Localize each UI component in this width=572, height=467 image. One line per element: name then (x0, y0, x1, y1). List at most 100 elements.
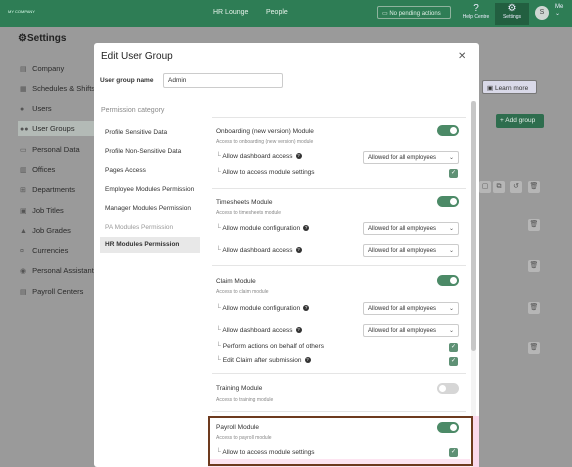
top-navigation-bar: MY COMPANY HR Lounge People ▭ No pending… (0, 0, 572, 27)
training-module-title: Training Module (216, 385, 263, 392)
page-title: ⚙Settings (18, 33, 67, 44)
help-icon[interactable]: ? (295, 153, 302, 159)
timesheets-module-desc: Access to timesheets module (216, 210, 282, 216)
building-icon: ▤ (20, 66, 27, 73)
sidebar-item-schedules[interactable]: ▦ Schedules & Shifts (20, 84, 95, 93)
assistant-icon: ◉ (20, 268, 27, 275)
id-card-icon: ▭ (20, 147, 27, 154)
payroll-icon: ▤ (20, 289, 27, 296)
timesheets-module-toggle[interactable] (437, 196, 459, 207)
onboarding-module-toggle[interactable] (437, 125, 459, 136)
divider (212, 411, 466, 412)
delete-icon[interactable]: 🗑 (528, 342, 540, 354)
chevron-down-icon: ⌄ (448, 306, 454, 312)
add-group-button[interactable]: + Add group (496, 114, 544, 128)
timesheets-dashboard-row: └ Allow dashboard access? (216, 247, 302, 254)
gear-icon: ⚙ (18, 33, 27, 44)
sidebar-item-job-grades[interactable]: ▲ Job Grades (20, 226, 71, 235)
onboarding-module-desc: Access to onboarding (new version) modul… (216, 139, 314, 145)
training-module-toggle[interactable] (437, 383, 459, 394)
copy-icon[interactable]: ⧉ (493, 181, 505, 193)
sidebar-item-users[interactable]: ● Users (20, 104, 52, 113)
claim-edit-checkbox[interactable]: ✓ (449, 357, 458, 366)
currency-icon: ¤ (20, 248, 24, 255)
onboarding-settings-row: └ Allow to access module settings (216, 169, 315, 176)
claim-module-toggle[interactable] (437, 275, 459, 286)
claim-edit-row: └ Edit Claim after submission? (216, 357, 311, 364)
chevron-down-icon: ⌄ (448, 155, 454, 161)
nav-hr-lounge[interactable]: HR Lounge (213, 9, 248, 16)
category-employee-modules[interactable]: Employee Modules Permission (100, 182, 200, 198)
claim-dashboard-select[interactable]: Allowed for all employees ⌄ (363, 324, 459, 337)
settings-button[interactable]: ⚙ Settings (495, 3, 529, 25)
category-pa-modules[interactable]: PA Modules Permission (100, 220, 200, 236)
sidebar-item-departments[interactable]: ⊞ Departments (20, 185, 75, 194)
row-action-button[interactable]: ▢ (479, 181, 491, 193)
claim-behalf-checkbox[interactable]: ✓ (449, 343, 458, 352)
question-icon: ? (473, 3, 479, 14)
payroll-module-highlight-box (208, 416, 473, 466)
onboarding-dashboard-select[interactable]: Allowed for all employees ⌄ (363, 151, 459, 164)
onboarding-settings-checkbox[interactable]: ✓ (449, 169, 458, 178)
company-logo: MY COMPANY (8, 9, 35, 14)
category-hr-modules[interactable]: HR Modules Permission (100, 237, 200, 253)
me-menu[interactable]: Me ⌄ (555, 4, 563, 17)
claim-module-desc: Access to claim module (216, 289, 269, 295)
training-module-desc: Access to training module (216, 397, 274, 403)
help-icon[interactable]: ? (295, 327, 302, 333)
onboarding-module-title: Onboarding (new version) Module (216, 128, 314, 135)
user-group-name-label: User group name (100, 77, 154, 84)
permission-category-heading: Permission category (101, 107, 165, 114)
close-icon[interactable]: ✕ (458, 51, 466, 62)
book-icon: ▣ (487, 85, 495, 92)
pending-actions-box[interactable]: ▭ No pending actions (377, 6, 451, 19)
delete-icon[interactable]: 🗑 (528, 302, 540, 314)
pending-text: No pending actions (389, 11, 441, 17)
timesheets-config-row: └ Allow module configuration? (216, 225, 310, 232)
gear-icon: ⚙ (507, 3, 517, 14)
module-permissions-panel: Onboarding (new version) Module Access t… (208, 101, 470, 467)
sidebar-item-user-groups[interactable]: ●● User Groups (18, 121, 96, 136)
timesheets-config-select[interactable]: Allowed for all employees ⌄ (363, 222, 459, 235)
category-profile-sensitive[interactable]: Profile Sensitive Data (100, 125, 200, 141)
sidebar-item-company[interactable]: ▤ Company (20, 64, 64, 73)
briefcase-icon: ▣ (20, 208, 27, 215)
help-icon[interactable]: ? (295, 247, 302, 253)
sidebar-item-currencies[interactable]: ¤ Currencies (20, 246, 68, 255)
help-icon[interactable]: ? (304, 357, 311, 363)
nav-people[interactable]: People (266, 9, 288, 16)
category-pages-access[interactable]: Pages Access (100, 163, 200, 179)
highlight-strip (473, 416, 479, 467)
claim-behalf-row: └ Perform actions on behalf of others (216, 343, 324, 350)
delete-icon[interactable]: 🗑 (528, 219, 540, 231)
chevron-down-icon: ⌄ (448, 226, 454, 232)
sidebar-item-personal-assistant[interactable]: ◉ Personal Assistant (20, 266, 94, 275)
category-manager-modules[interactable]: Manager Modules Permission (100, 201, 200, 217)
settings-label: Settings (502, 14, 522, 20)
modal-title: Edit User Group (101, 51, 173, 62)
delete-icon[interactable]: 🗑 (528, 260, 540, 272)
help-centre-button[interactable]: ? Help Centre (459, 3, 493, 25)
divider (212, 188, 466, 189)
panel-scrollbar[interactable] (471, 101, 476, 467)
help-icon[interactable]: ? (303, 225, 310, 231)
learn-more-button[interactable]: ▣ Learn more (482, 80, 537, 94)
restore-icon[interactable]: ↺ (510, 181, 522, 193)
help-icon[interactable]: ? (303, 305, 310, 311)
divider (212, 373, 466, 374)
claim-config-select[interactable]: Allowed for all employees ⌄ (363, 302, 459, 315)
category-profile-non-sensitive[interactable]: Profile Non-Sensitive Data (100, 144, 200, 160)
office-icon: ▥ (20, 167, 27, 174)
sidebar-item-payroll-centers[interactable]: ▤ Payroll Centers (20, 287, 83, 296)
sidebar-item-personal-data[interactable]: ▭ Personal Data (20, 145, 80, 154)
scrollbar-thumb[interactable] (471, 101, 476, 351)
claim-config-row: └ Allow module configuration? (216, 305, 310, 312)
chevron-down-icon: ⌄ (555, 11, 561, 17)
avatar[interactable]: S (535, 6, 549, 20)
delete-icon[interactable]: 🗑 (528, 181, 540, 193)
user-group-name-input[interactable]: Admin (163, 73, 283, 88)
chevron-down-icon: ⌄ (448, 328, 454, 334)
sidebar-item-job-titles[interactable]: ▣ Job Titles (20, 206, 64, 215)
sidebar-item-offices[interactable]: ▥ Offices (20, 165, 55, 174)
timesheets-dashboard-select[interactable]: Allowed for all employees ⌄ (363, 244, 459, 257)
